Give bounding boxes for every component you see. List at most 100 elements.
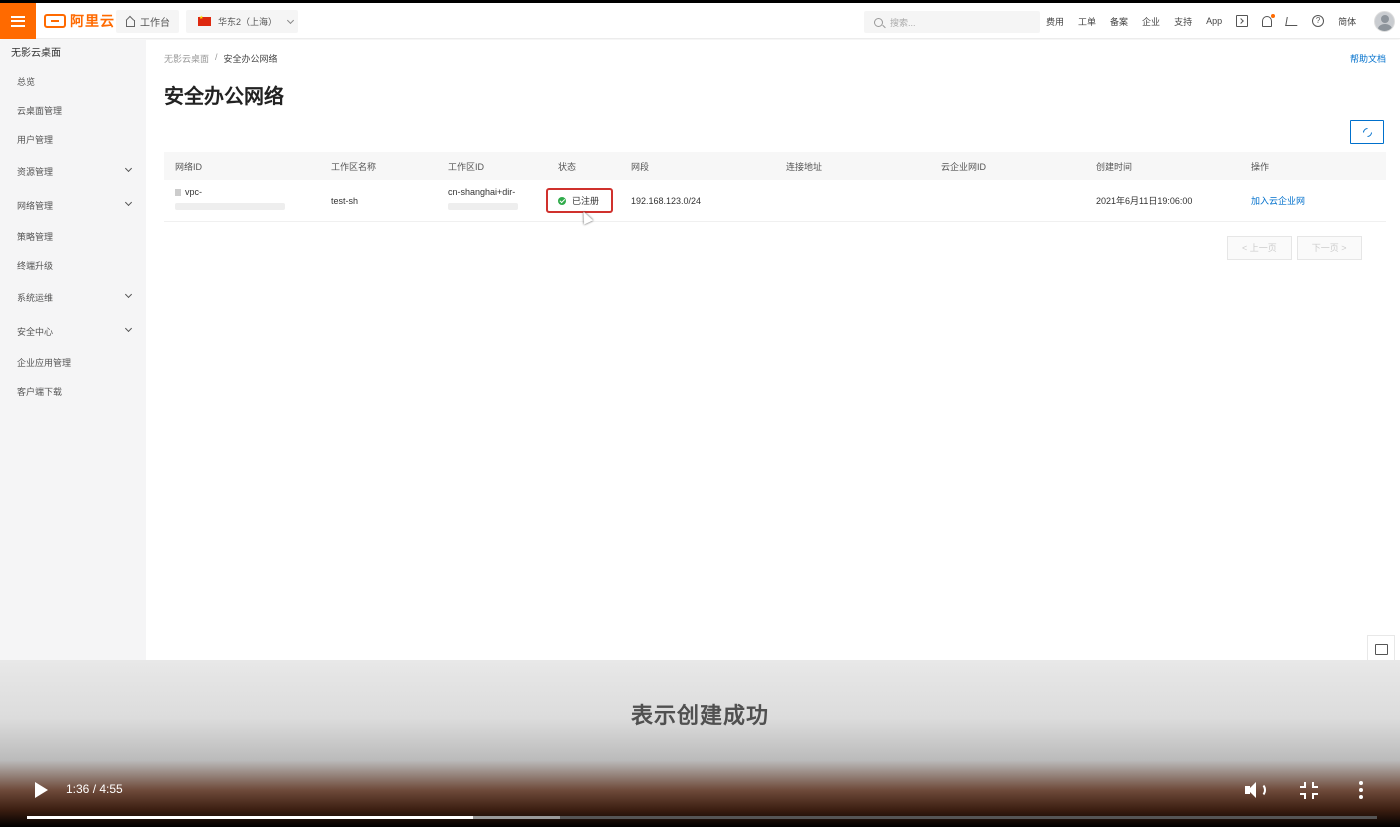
hamburger-menu-button[interactable] [0, 3, 36, 39]
sidebar-item-ops[interactable]: 系统运维 [0, 281, 146, 315]
sidebar: 无影云桌面 总览 云桌面管理 用户管理 资源管理 网络管理 策略管理 终端升级 … [0, 40, 146, 660]
col-header: 网段 [631, 161, 650, 172]
nav-app[interactable]: App [1206, 16, 1222, 26]
workspace-id: cn-shanghai+dir- [448, 187, 516, 197]
help-icon[interactable]: ? [1312, 15, 1325, 27]
sidebar-item-desktops[interactable]: 云桌面管理 [0, 97, 146, 126]
copy-icon[interactable] [175, 189, 181, 197]
china-flag-icon [198, 15, 211, 26]
sidebar-item-client-download[interactable]: 客户端下载 [0, 378, 146, 407]
nav-tickets[interactable]: 工单 [1078, 15, 1096, 28]
workbench-label: 工作台 [140, 18, 170, 29]
redacted-text [175, 203, 285, 210]
search-input[interactable]: 搜索... [864, 11, 1040, 33]
hamburger-icon [11, 15, 25, 27]
sidebar-item-network[interactable]: 网络管理 [0, 189, 146, 223]
network-id: vpc- [185, 187, 203, 197]
sidebar-item-resources[interactable]: 资源管理 [0, 155, 146, 189]
network-id-cell: vpc- [164, 187, 320, 210]
language-switch[interactable]: 简体 [1338, 15, 1356, 28]
redacted-text [448, 203, 518, 210]
sidebar-item-label: 客户端下载 [17, 387, 63, 397]
nav-billing[interactable]: 费用 [1046, 15, 1064, 28]
sidebar-item-label: 企业应用管理 [17, 358, 72, 368]
play-icon[interactable] [35, 782, 48, 798]
notification-bell-icon[interactable] [1262, 13, 1276, 27]
workspace-name-cell: test-sh [331, 195, 359, 206]
status-cell: 已注册 [546, 188, 620, 213]
pagination: < 上一页 下一页 > [1227, 236, 1362, 260]
status-text: 已注册 [572, 196, 600, 206]
sidebar-item-label: 系统运维 [17, 293, 54, 303]
sidebar-item-label: 云桌面管理 [17, 106, 63, 116]
chevron-down-icon [124, 290, 133, 299]
check-circle-icon [558, 196, 566, 205]
feedback-icon[interactable] [1367, 635, 1395, 663]
sidebar-title: 无影云桌面 [11, 48, 61, 59]
video-controls: 1:36 / 4:55 [0, 765, 1400, 810]
next-page-button[interactable]: 下一页 > [1296, 236, 1362, 260]
sidebar-item-label: 网络管理 [17, 201, 54, 211]
nav-enterprise[interactable]: 企业 [1142, 15, 1160, 28]
video-progress-bar[interactable] [27, 816, 1377, 819]
sidebar-item-enterprise-apps[interactable]: 企业应用管理 [0, 349, 146, 378]
refresh-button[interactable] [1350, 120, 1384, 144]
video-subtitle: 表示创建成功 [630, 703, 769, 728]
sidebar-item-terminal-upgrade[interactable]: 终端升级 [0, 252, 146, 281]
prev-page-button[interactable]: < 上一页 [1227, 236, 1292, 260]
status-badge: 已注册 [546, 188, 614, 213]
chevron-down-icon [124, 198, 133, 207]
region-selector[interactable]: 华东2（上海） [186, 10, 298, 33]
col-header: 工作区名称 [331, 161, 377, 172]
table-header: 网络ID 工作区名称 工作区ID 状态 网段 连接地址 云企业网ID 创建时间 … [164, 152, 1386, 180]
page-title: 安全办公网络 [164, 86, 284, 108]
workspace-id-cell: cn-shanghai+dir- [437, 187, 547, 210]
nav-support[interactable]: 支持 [1174, 15, 1192, 28]
home-icon [125, 17, 135, 27]
table-row: vpc- test-sh cn-shanghai+dir- 已注册 192.16… [164, 180, 1386, 222]
join-cen-link[interactable]: 加入云企业网 [1251, 196, 1305, 206]
region-label: 华东2（上海） [218, 17, 278, 27]
chevron-down-icon [286, 16, 295, 24]
cidr-cell: 192.168.123.0/24 [631, 195, 702, 206]
col-header: 连接地址 [786, 161, 823, 172]
sidebar-item-label: 资源管理 [17, 167, 54, 177]
sidebar-item-overview[interactable]: 总览 [0, 68, 146, 97]
volume-icon[interactable] [1245, 781, 1266, 799]
col-header: 操作 [1251, 161, 1270, 172]
sidebar-item-policies[interactable]: 策略管理 [0, 223, 146, 252]
played-bar [27, 816, 473, 819]
col-header: 工作区ID [448, 161, 485, 172]
col-header: 云企业网ID [941, 161, 987, 172]
exit-fullscreen-icon[interactable] [1300, 782, 1318, 799]
breadcrumb-root[interactable]: 无影云桌面 [164, 52, 209, 65]
help-docs-link[interactable]: 帮助文档 [1350, 52, 1386, 65]
nav-icp[interactable]: 备案 [1110, 15, 1128, 28]
sidebar-item-label: 用户管理 [17, 135, 54, 145]
sidebar-item-users[interactable]: 用户管理 [0, 126, 146, 155]
top-navigation-bar: 阿里云 工作台 华东2（上海） 搜索... 费用 工单 备案 企业 支持 App… [0, 3, 1400, 39]
sidebar-item-security[interactable]: 安全中心 [0, 315, 146, 349]
breadcrumb: 无影云桌面 / 安全办公网络 [164, 52, 278, 65]
cart-icon[interactable] [1285, 16, 1299, 26]
network-table: 网络ID 工作区名称 工作区ID 状态 网段 连接地址 云企业网ID 创建时间 … [164, 152, 1386, 222]
col-header: 创建时间 [1096, 161, 1133, 172]
sidebar-item-label: 安全中心 [17, 327, 54, 337]
col-header: 网络ID [175, 161, 203, 172]
created-time-cell: 2021年6月11日19:06:00 [1096, 196, 1193, 206]
sidebar-item-label: 终端升级 [17, 261, 54, 271]
sidebar-item-label: 策略管理 [17, 232, 54, 242]
more-options-icon[interactable] [1359, 781, 1363, 799]
console-icon[interactable] [1236, 15, 1249, 27]
logo-text: 阿里云 [70, 13, 115, 29]
breadcrumb-current: 安全办公网络 [223, 54, 278, 64]
workbench-button[interactable]: 工作台 [116, 10, 179, 33]
refresh-icon [1360, 125, 1374, 139]
aliyun-logo[interactable]: 阿里云 [44, 12, 115, 30]
sidebar-item-label: 总览 [17, 77, 36, 87]
main-content: 无影云桌面 / 安全办公网络 帮助文档 安全办公网络 网络ID 工作区名称 工作… [146, 40, 1400, 660]
user-avatar[interactable] [1374, 11, 1395, 32]
video-frame: 阿里云 工作台 华东2（上海） 搜索... 费用 工单 备案 企业 支持 App… [0, 3, 1400, 827]
chevron-down-icon [124, 164, 133, 173]
video-time: 1:36 / 4:55 [66, 782, 123, 796]
